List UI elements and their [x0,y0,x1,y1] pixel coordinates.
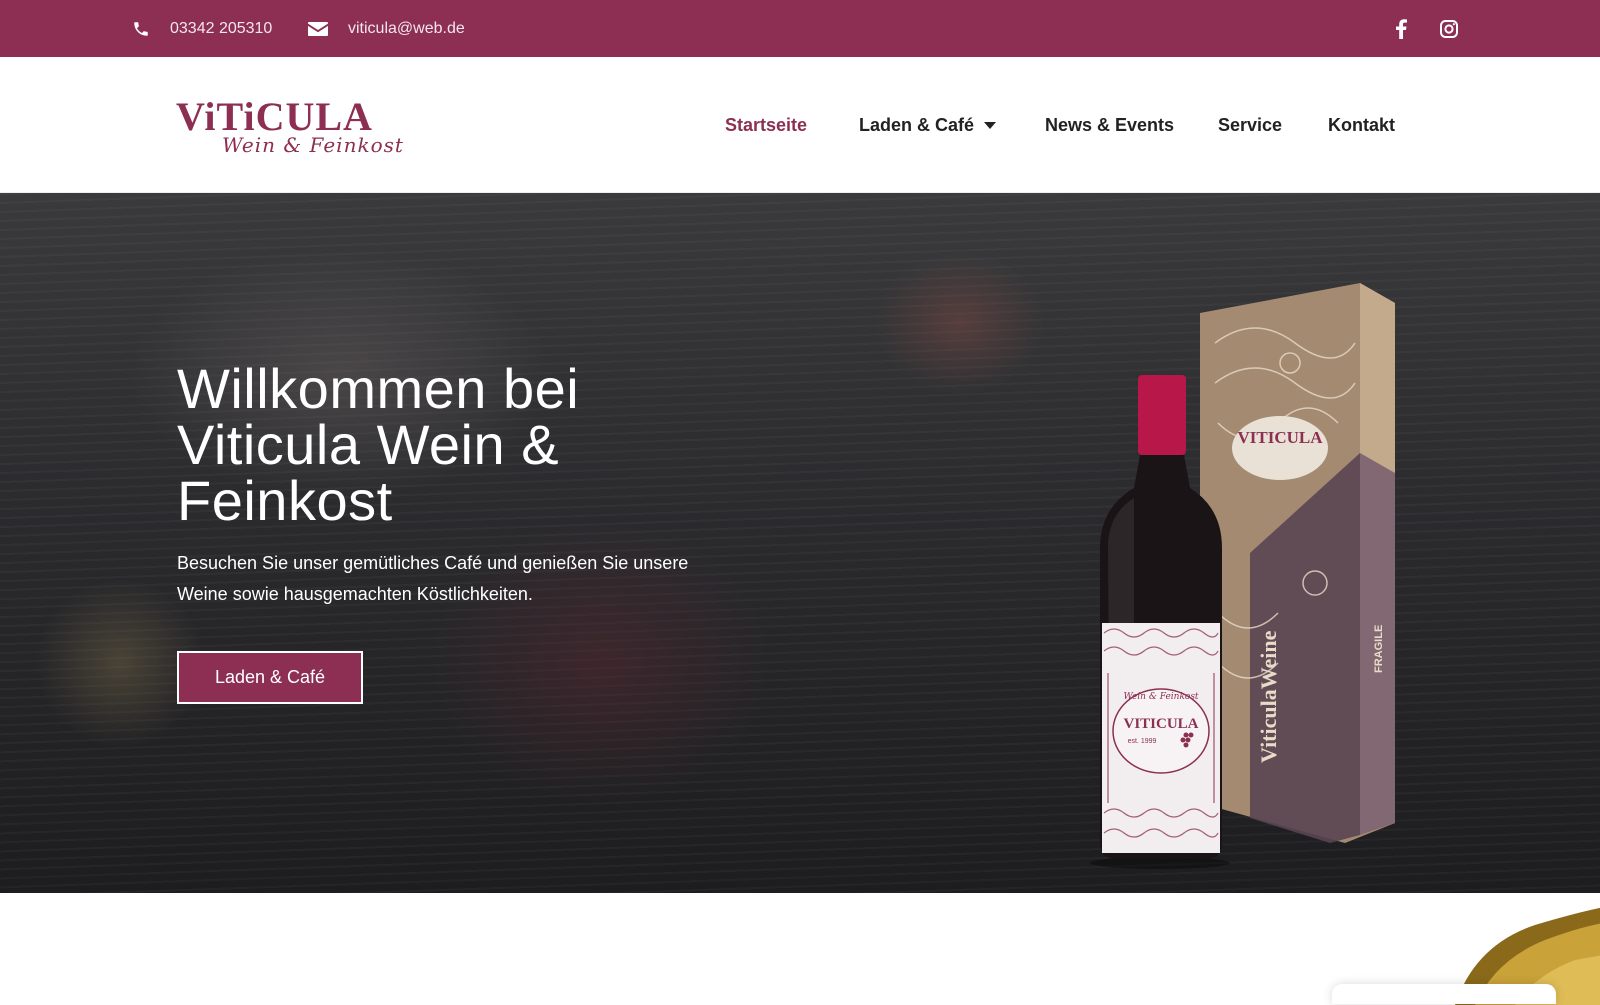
nav-item-kontakt[interactable]: Kontakt [1328,57,1395,193]
hero-title: Willkommen bei Viticula Wein & Feinkost [177,357,580,532]
email-contact[interactable]: viticula@web.de [308,0,465,57]
envelope-icon [308,21,328,36]
phone-icon [134,21,148,36]
nav-item-service[interactable]: Service [1218,57,1282,193]
wine-product-image: VITICULA ViticulaWeine FRAGILE Wein & Fe… [1090,283,1395,869]
nav-link-startseite[interactable]: Startseite [725,115,807,136]
hero-banner: Willkommen bei Viticula Wein & Feinkost … [0,193,1600,893]
nav-item-news-events[interactable]: News & Events [1045,57,1174,193]
site-logo[interactable]: ViTiCULA Wein & Feinkost [176,93,412,157]
nav-link-kontakt[interactable]: Kontakt [1328,115,1395,136]
facebook-link[interactable] [1386,0,1416,57]
phone-contact[interactable]: 03342 205310 [132,0,272,57]
label-top-text: Wein & Feinkost [1123,692,1198,702]
instagram-link[interactable] [1434,0,1464,57]
logo-subtitle: Wein & Feinkost [222,133,404,157]
label-est-text: est. 1999 [1128,738,1157,745]
nav-item-startseite[interactable]: Startseite [725,57,807,193]
cookie-consent-card[interactable] [1332,984,1556,1004]
box-brand-text: VITICULA [1237,428,1323,447]
box-fragile-text: FRAGILE [1373,625,1385,673]
instagram-icon [1440,19,1458,38]
site-header: ViTiCULA Wein & Feinkost Startseite Lade… [0,57,1600,193]
box-side-text: ViticulaWeine [1256,630,1281,763]
facebook-icon [1396,18,1407,39]
hero-description: Besuchen Sie unser gemütliches Café und … [177,553,689,604]
nav-link-service[interactable]: Service [1218,115,1282,136]
email-address: viticula@web.de [348,19,465,37]
phone-number: 03342 205310 [170,19,273,37]
chevron-down-icon[interactable] [984,121,997,129]
top-contact-bar: 03342 205310 viticula@web.de [0,0,1600,57]
nav-link-news-events[interactable]: News & Events [1045,115,1174,136]
nav-link-laden-cafe[interactable]: Laden & Café [859,115,974,136]
nav-item-laden-cafe[interactable]: Laden & Café [859,57,997,193]
laden-cafe-button[interactable]: Laden & Café [177,651,363,704]
label-brand-text: VITICULA [1123,716,1198,732]
